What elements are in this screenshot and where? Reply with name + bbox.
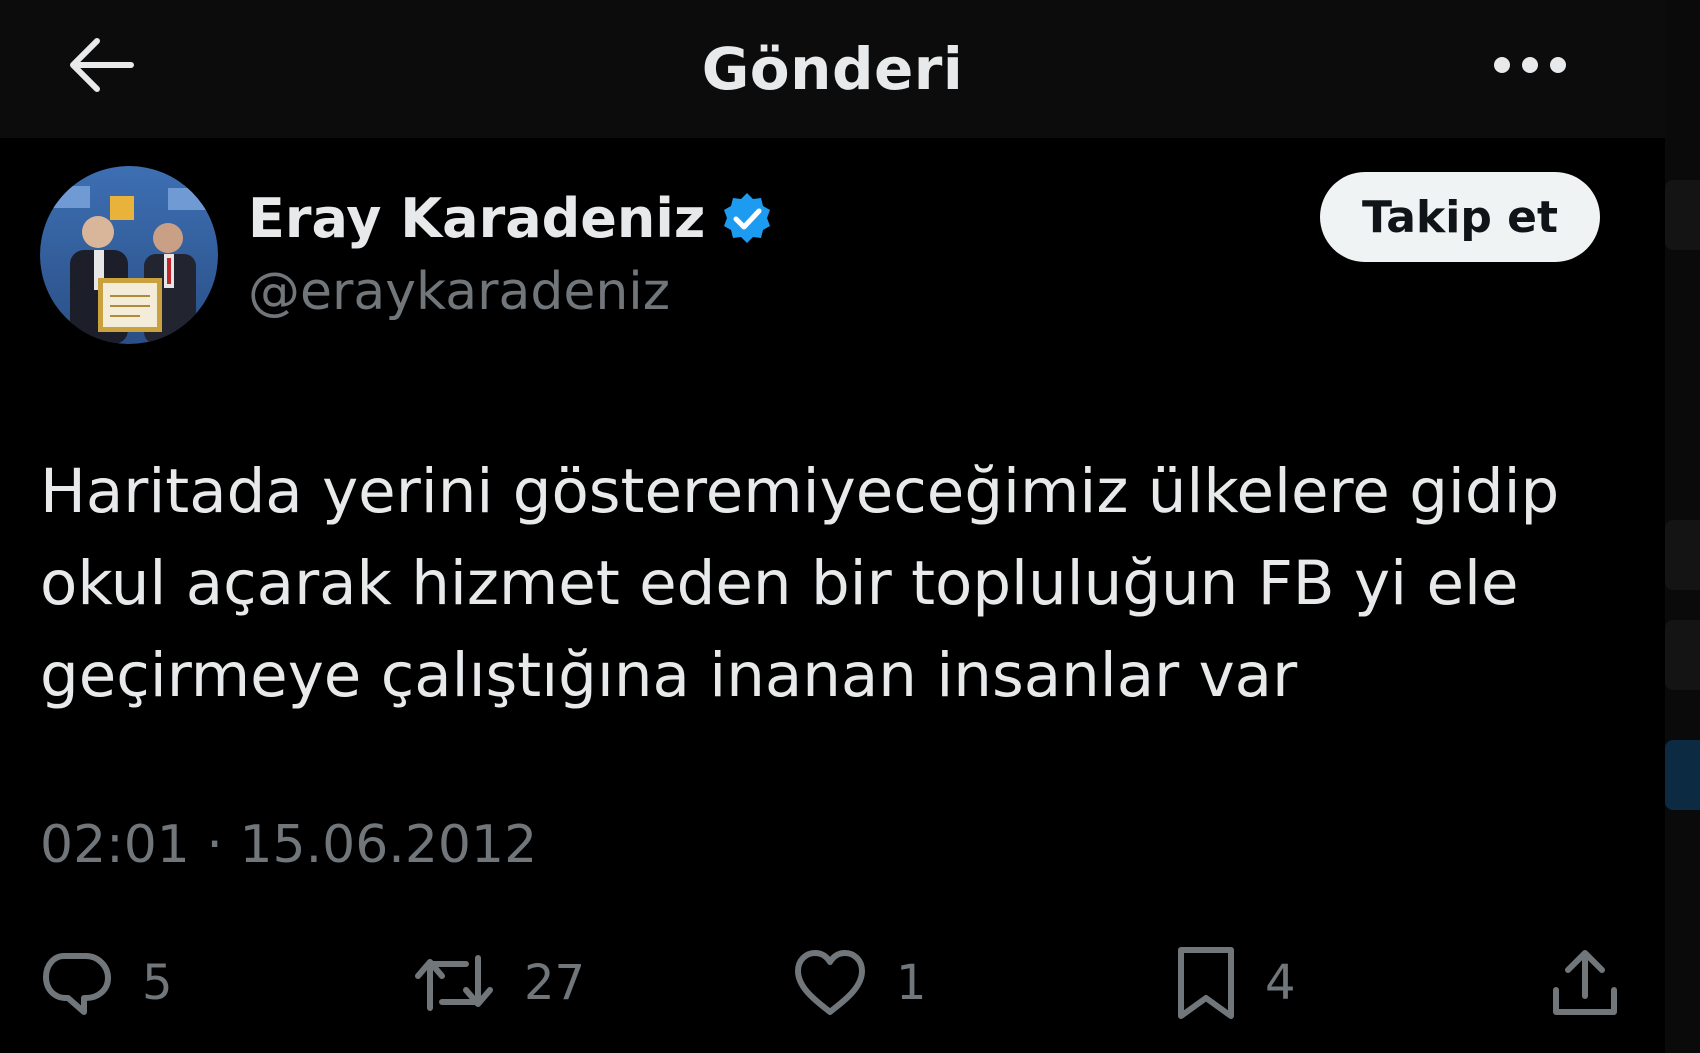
action-bar: 5 27 1 4 bbox=[40, 938, 1620, 1028]
heart-icon bbox=[795, 950, 865, 1015]
avatar-photo bbox=[40, 166, 218, 344]
reply-button[interactable]: 5 bbox=[40, 938, 173, 1028]
avatar[interactable] bbox=[40, 166, 218, 344]
reply-icon bbox=[43, 953, 111, 1015]
share-button[interactable] bbox=[1550, 938, 1620, 1028]
side-panel-block bbox=[1665, 520, 1700, 590]
retweet-icon bbox=[415, 955, 493, 1011]
more-horizontal-icon bbox=[1494, 57, 1566, 73]
like-button[interactable]: 1 bbox=[792, 938, 927, 1028]
share-icon bbox=[1553, 950, 1617, 1015]
tweet-line: okul açarak hizmet eden bir topluluğun F… bbox=[40, 548, 1519, 619]
tweet-timestamp[interactable]: 02:01 · 15.06.2012 bbox=[40, 815, 537, 875]
bookmark-count: 4 bbox=[1265, 955, 1296, 1011]
tweet-text: Haritada yerini gösteremiyeceğimiz ülkel… bbox=[40, 446, 1580, 722]
retweet-button[interactable]: 27 bbox=[412, 938, 585, 1028]
arrow-left-icon bbox=[70, 38, 134, 92]
tweet-line: geçirmeye çalıştığına inanan insanlar va… bbox=[40, 640, 1298, 711]
follow-button[interactable]: Takip et bbox=[1320, 172, 1600, 262]
bookmark-icon bbox=[1178, 947, 1234, 1019]
side-panel-block bbox=[1665, 180, 1700, 250]
top-bar: Gönderi bbox=[0, 0, 1665, 138]
reply-count: 5 bbox=[142, 955, 173, 1011]
author-name[interactable]: Eray Karadeniz bbox=[248, 187, 705, 250]
bookmark-button[interactable]: 4 bbox=[1175, 938, 1296, 1028]
like-count: 1 bbox=[896, 955, 927, 1011]
tweet-line: Haritada yerini gösteremiyeceğimiz ülkel… bbox=[40, 456, 1560, 527]
side-panel-block bbox=[1665, 620, 1700, 690]
page-title: Gönderi bbox=[701, 35, 964, 103]
more-options-button[interactable] bbox=[1480, 20, 1580, 110]
author-handle[interactable]: @eraykaradeniz bbox=[248, 262, 670, 322]
side-panel-block bbox=[1665, 740, 1700, 810]
author-name-row[interactable]: Eray Karadeniz bbox=[248, 182, 775, 254]
back-button[interactable] bbox=[56, 20, 146, 110]
side-panel-edge bbox=[1665, 0, 1700, 1053]
post-page: Gönderi Eray Karadeniz @eraykaradeniz Ta… bbox=[0, 0, 1700, 1053]
verified-badge-icon bbox=[724, 193, 771, 243]
retweet-count: 27 bbox=[524, 955, 586, 1011]
